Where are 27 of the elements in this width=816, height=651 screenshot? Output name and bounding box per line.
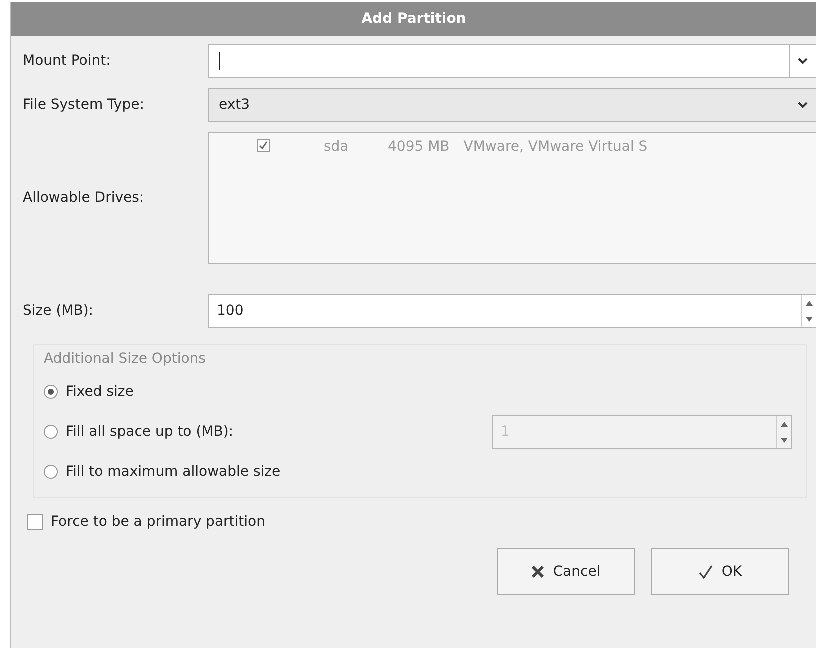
checkmark-icon (698, 564, 714, 580)
field-label: Size (MB): (23, 303, 95, 319)
radio-button[interactable] (44, 385, 58, 399)
option-label: Fill to maximum allowable size (66, 464, 281, 480)
checkbox-label: Force to be a primary partition (51, 514, 266, 530)
option-label: Fixed size (66, 384, 134, 400)
ok-button[interactable]: OK (651, 548, 789, 595)
option-label: Fill all space up to (MB): (66, 424, 234, 440)
spin-buttons[interactable] (801, 295, 816, 327)
cancel-icon (531, 564, 546, 578)
drive-checkbox[interactable] (257, 139, 270, 152)
field-label: Mount Point: (23, 53, 112, 69)
radio-button[interactable] (44, 465, 58, 479)
cancel-button[interactable]: Cancel (497, 548, 635, 595)
group-title: Additional Size Options (44, 351, 207, 367)
text-cursor (219, 52, 220, 70)
file-system-dropdown[interactable]: ext3 (208, 88, 816, 122)
chevron-down-icon (798, 58, 808, 64)
size-spin-field[interactable]: 100 (208, 294, 816, 328)
window-title: Add Partition (11, 2, 816, 36)
drive-model: VMware, VMware Virtual S (464, 139, 648, 155)
chevron-down-icon (798, 102, 808, 108)
drive-name: sda (324, 139, 350, 155)
primary-checkbox[interactable] (27, 514, 43, 530)
field-label: File System Type: (23, 97, 146, 113)
drive-size: 4095 MB (388, 139, 450, 155)
field-label: Allowable Drives: (23, 190, 146, 206)
